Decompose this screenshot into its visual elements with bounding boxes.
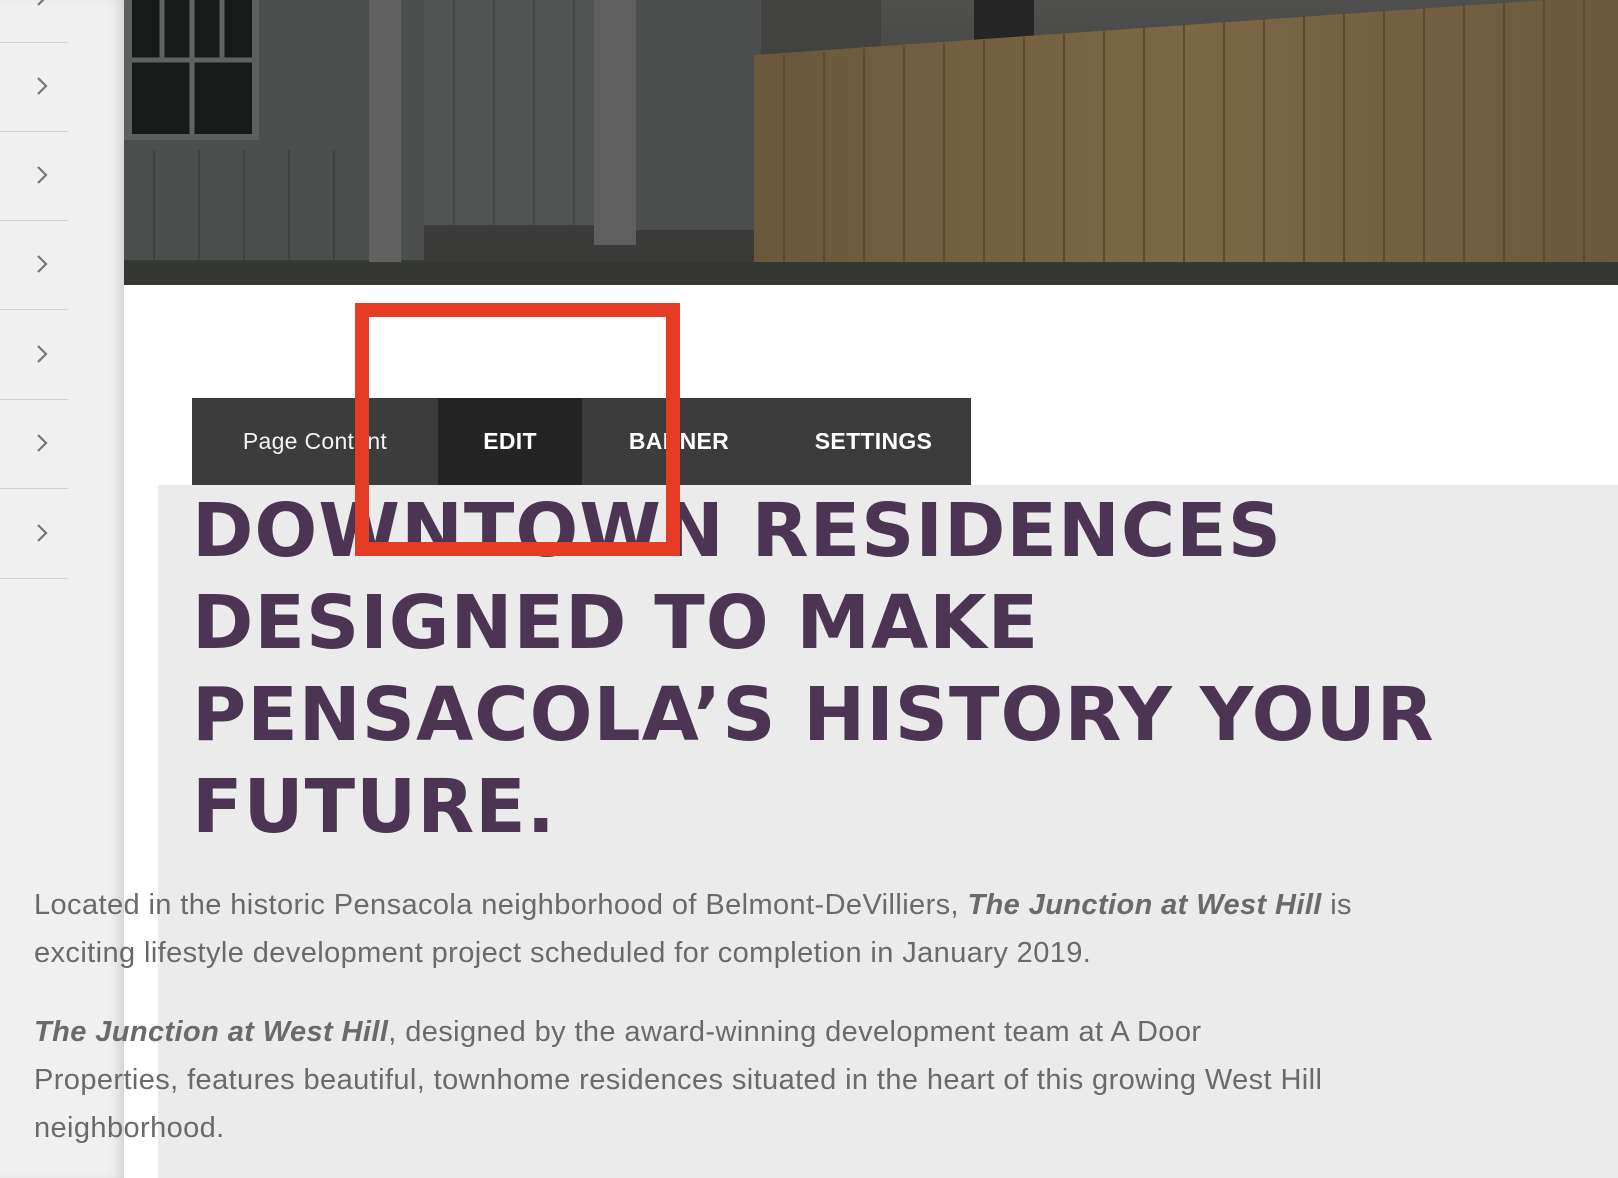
project-name-emphasis: The Junction at West Hill [34,1016,389,1048]
paragraph-text: is [1321,889,1352,921]
sidebar [0,0,124,1178]
chevron-right-icon [37,166,48,184]
page-content-label: Page Content [242,428,388,454]
project-name-emphasis: The Junction at West Hill [967,889,1322,921]
chevron-right-icon [37,77,48,95]
edit-button[interactable]: EDIT [438,398,582,485]
description-paragraph: The Junction at West Hill, designed by t… [34,1008,1454,1152]
chevron-right-icon [37,524,48,542]
paragraph-text: Located in the historic Pensacola neighb… [34,889,968,921]
editor-toolbar: Page Content EDIT BANNER SETTINGS [192,398,971,485]
paragraph-text: neighborhood. [34,1112,225,1144]
sidebar-row[interactable] [0,309,68,400]
sidebar-row[interactable] [0,219,68,310]
sidebar-row[interactable] [0,41,68,132]
sidebar-row[interactable] [0,488,68,579]
paragraph-text: Properties, features beautiful, townhome… [34,1064,1323,1096]
intro-paragraph: Located in the historic Pensacola neighb… [34,881,1454,977]
hero-banner-image [124,0,1618,285]
banner-button[interactable]: BANNER [582,398,776,485]
settings-button[interactable]: SETTINGS [776,398,971,485]
chevron-right-icon [37,0,45,6]
sidebar-row[interactable] [0,130,68,221]
chevron-right-icon [37,255,48,273]
paragraph-text: , designed by the award-winning developm… [388,1016,1202,1048]
chevron-right-icon [37,345,48,363]
paragraph-text: exciting lifestyle development project s… [34,937,1092,969]
sidebar-row[interactable] [0,0,68,43]
page-headline: DOWNTOWN RESIDENCES DESIGNED TO MAKE PEN… [192,488,1435,850]
sidebar-row[interactable] [0,398,68,489]
chevron-right-icon [37,434,48,452]
